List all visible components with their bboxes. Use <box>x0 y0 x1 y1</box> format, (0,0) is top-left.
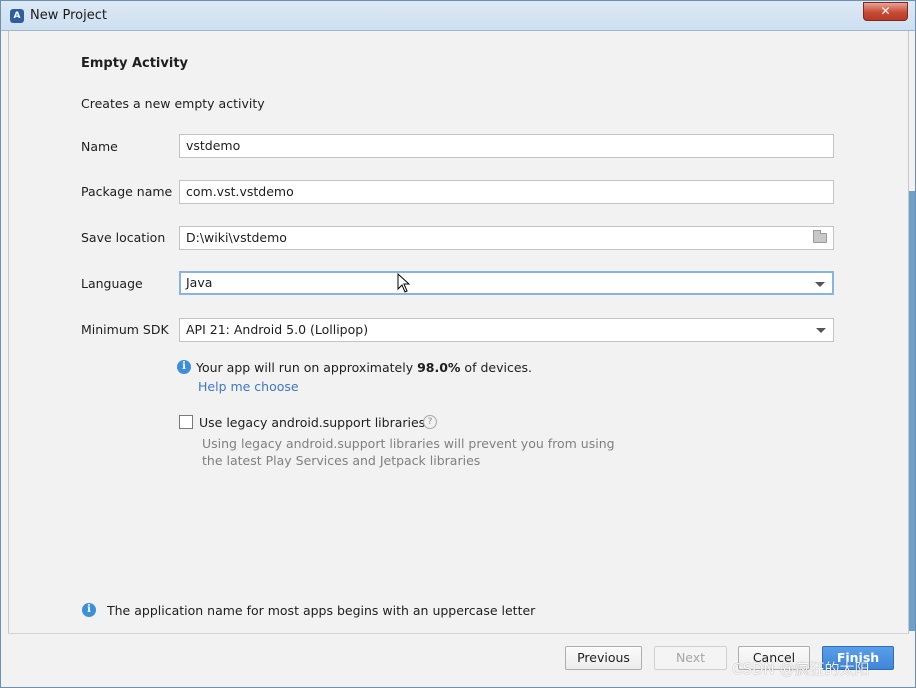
package-name-label: Package name <box>81 184 173 199</box>
page-title: Empty Activity <box>81 56 189 71</box>
language-select[interactable]: Java <box>179 271 834 295</box>
help-me-choose-link[interactable]: Help me choose <box>198 379 299 394</box>
android-studio-icon: A <box>10 9 24 23</box>
minimum-sdk-label: Minimum SDK <box>81 322 169 337</box>
sdk-coverage-prefix: Your app will run on approximately <box>196 360 418 375</box>
legacy-support-label[interactable]: Use legacy android.support libraries <box>199 415 425 430</box>
new-project-window: A New Project ✕ Empty Activity Creates a… <box>0 0 916 688</box>
window-title: New Project <box>30 8 107 23</box>
help-icon[interactable]: ? <box>423 415 437 429</box>
mouse-cursor-icon <box>397 273 411 293</box>
app-name-hint: The application name for most apps begin… <box>107 603 536 618</box>
close-button[interactable]: ✕ <box>863 2 908 21</box>
minimum-sdk-value: API 21: Android 5.0 (Lollipop) <box>186 322 369 337</box>
legacy-note-line-2: the latest Play Services and Jetpack lib… <box>202 453 481 468</box>
language-value: Java <box>186 275 213 290</box>
previous-button[interactable]: Previous <box>565 646 642 670</box>
legacy-note-line-1: Using legacy android.support libraries w… <box>202 436 615 451</box>
info-icon: i <box>177 360 191 374</box>
package-name-field[interactable]: com.vst.vstdemo <box>179 180 834 204</box>
language-label: Language <box>81 276 143 291</box>
legacy-support-checkbox[interactable] <box>179 415 193 429</box>
next-button[interactable]: Next <box>654 646 727 670</box>
title-bar: A New Project ✕ <box>1 1 915 31</box>
folder-icon[interactable] <box>813 230 827 243</box>
save-location-value: D:\wiki\vstdemo <box>186 230 287 245</box>
name-field[interactable]: vstdemo <box>179 134 834 158</box>
save-location-field[interactable]: D:\wiki\vstdemo <box>179 226 834 250</box>
name-label: Name <box>81 139 118 154</box>
watermark: CSDN @疯狂的太阳 <box>732 660 870 678</box>
minimum-sdk-select[interactable]: API 21: Android 5.0 (Lollipop) <box>179 318 834 342</box>
sdk-coverage-text: Your app will run on approximately 98.0%… <box>196 360 532 375</box>
sdk-coverage-percent: 98.0% <box>417 360 461 375</box>
info-icon: i <box>82 603 96 617</box>
chevron-down-icon[interactable] <box>816 328 826 333</box>
sdk-coverage-suffix: of devices. <box>460 360 532 375</box>
page-description: Creates a new empty activity <box>81 96 265 111</box>
save-location-label: Save location <box>81 230 166 245</box>
chevron-down-icon[interactable] <box>815 282 825 287</box>
window-edge-strip <box>909 191 915 631</box>
